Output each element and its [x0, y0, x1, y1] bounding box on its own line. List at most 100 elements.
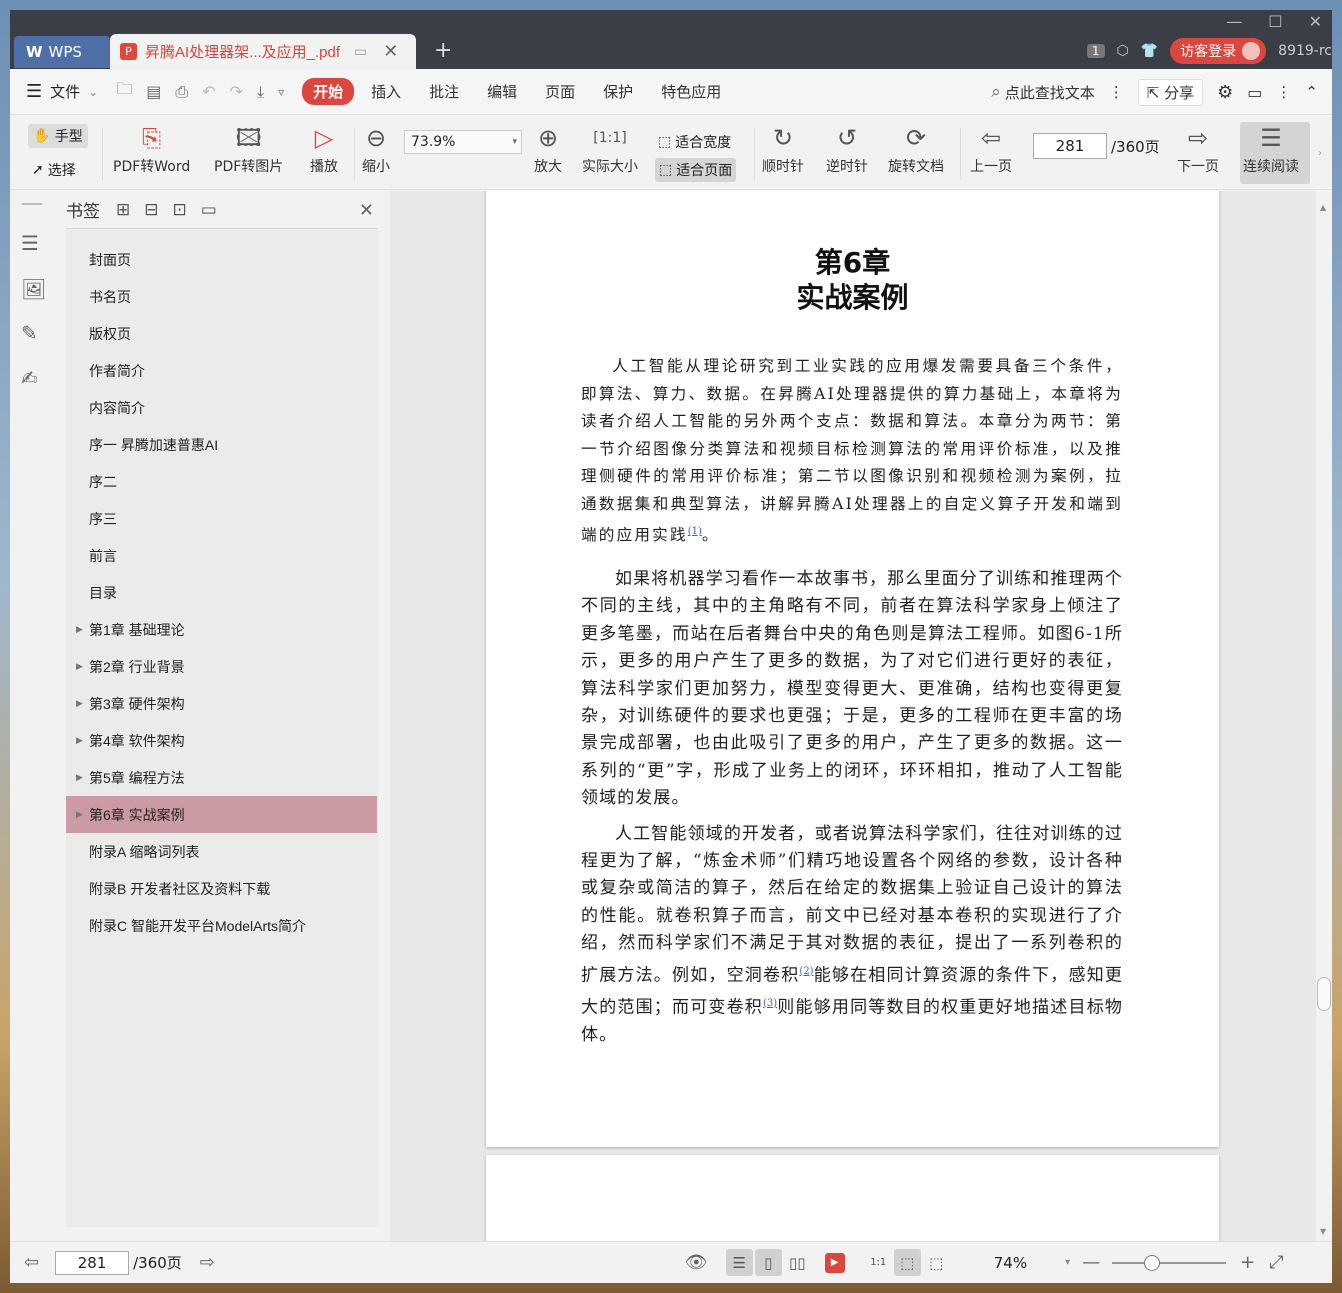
bookmark-item[interactable]: ▶ 第1章 基础理论 [66, 611, 378, 648]
bookmark-item[interactable]: 序三 [66, 500, 378, 537]
fit-width-icon[interactable]: ⬚ [923, 1249, 950, 1276]
zoom-out-button[interactable]: ⊖ 缩小 [362, 120, 390, 176]
document-view[interactable]: 第6章 实战案例 人工智能从理论研究到工业实践的应用爆发需要具备三个条件，即算法… [390, 191, 1316, 1241]
comment-icon[interactable]: ▭ [1247, 83, 1262, 102]
page-number-input[interactable]: 281 [1033, 133, 1107, 159]
close-window-icon[interactable]: ✕ [1309, 12, 1322, 31]
tab-features[interactable]: 特色应用 [650, 78, 732, 105]
rotate-document-button[interactable]: ⟳ 旋转文档 [888, 120, 944, 176]
login-button[interactable]: 访客登录 [1170, 38, 1267, 64]
tab-insert[interactable]: 插入 [360, 78, 412, 105]
hamburger-icon[interactable]: ☰ [26, 81, 42, 102]
save-icon[interactable]: ▤ [146, 82, 161, 101]
pdf-to-word-button[interactable]: ⎘ PDF转Word [113, 120, 190, 176]
bookmark-item[interactable]: ▶ 第2章 行业背景 [66, 648, 378, 685]
next-page-button[interactable]: ⇨ 下一页 [1177, 120, 1219, 176]
footnote-link[interactable]: (3) [763, 998, 777, 1009]
prev-page-icon[interactable]: ⇦ [24, 1252, 39, 1273]
bookmark-item[interactable]: 内容简介 [66, 389, 378, 426]
eye-protect-icon[interactable]: 👁 [685, 1252, 708, 1273]
zoom-out-icon[interactable]: — [1082, 1252, 1100, 1273]
more-vertical-icon[interactable]: ⋮ [1109, 83, 1124, 101]
bookmark-item[interactable]: ▶ 第4章 软件架构 [66, 722, 378, 759]
expand-arrow-icon[interactable]: ▶ [76, 661, 83, 672]
play-icon[interactable]: ▶ [824, 1252, 845, 1273]
expand-arrow-icon[interactable]: ▶ [76, 809, 83, 820]
single-page-icon[interactable]: ▯ [754, 1249, 782, 1276]
tab-edit[interactable]: 编辑 [476, 78, 528, 105]
pdf-to-image-button[interactable]: 🖾 PDF转图片 [214, 120, 283, 176]
actual-size-icon[interactable]: 1:1 [865, 1249, 892, 1276]
more-dropdown-icon[interactable]: ▿ [278, 85, 284, 99]
scroll-up-icon[interactable]: ▲ [1320, 203, 1326, 212]
undo-icon[interactable]: ↶ [202, 82, 215, 101]
print-icon[interactable]: ⎙ [175, 82, 188, 102]
redo-icon[interactable]: ↷ [230, 82, 243, 101]
bookmark-item[interactable]: 序一 昇腾加速普惠AI [66, 426, 378, 463]
bookmark-item[interactable]: 附录C 智能开发平台ModelArts简介 [66, 907, 378, 944]
more-menu-icon[interactable]: ⋮ [1276, 83, 1291, 101]
tab-page[interactable]: 页面 [534, 78, 586, 105]
dual-page-icon[interactable]: ▯▯ [784, 1249, 811, 1276]
select-tool-button[interactable]: ➚ 选择 [32, 160, 76, 180]
export-icon[interactable]: ⤓ [257, 82, 264, 102]
share-button[interactable]: ⇱ 分享 [1137, 78, 1204, 106]
rotate-counterclockwise-button[interactable]: ↺ 逆时针 [826, 120, 868, 176]
fit-page-icon[interactable]: ⬚ [893, 1249, 921, 1276]
bookmark-item[interactable]: ▶ 第5章 编程方法 [66, 759, 378, 796]
collapse-all-icon[interactable]: ⊟ [144, 200, 158, 220]
fullscreen-icon[interactable]: ⤢ [1269, 1252, 1283, 1273]
scroll-down-icon[interactable]: ▼ [1320, 1227, 1326, 1236]
minimize-icon[interactable]: — [1226, 12, 1242, 31]
ribbon-scroll-right-icon[interactable]: › [1318, 148, 1322, 159]
expand-arrow-icon[interactable]: ▶ [76, 735, 83, 746]
bookmark-options-icon[interactable]: ▭ [201, 200, 217, 220]
actual-size-button[interactable]: [1:1] 实际大小 [582, 120, 638, 176]
search-icon[interactable]: ⌕ [991, 82, 1001, 102]
continuous-mode-icon[interactable]: ☰ [725, 1249, 753, 1276]
vertical-scrollbar[interactable]: ▲ ▼ [1316, 191, 1332, 1241]
zoom-dropdown-icon[interactable]: ▾ [1065, 1257, 1070, 1268]
thumbnail-icon[interactable]: 🖼 [21, 277, 46, 301]
hand-tool-button[interactable]: ✋ 手型 [28, 124, 88, 148]
footnote-link[interactable]: (1) [688, 526, 702, 537]
zoom-in-button[interactable]: ⊕ 放大 [534, 120, 562, 176]
window-count-badge[interactable]: 1 [1086, 44, 1105, 58]
zoom-slider-knob[interactable] [1144, 1254, 1161, 1271]
close-tab-icon[interactable]: ✕ [383, 41, 398, 62]
previous-page-button[interactable]: ⇦ 上一页 [970, 120, 1012, 176]
bookmark-item[interactable]: 附录B 开发者社区及资料下载 [66, 870, 378, 907]
zoom-slider[interactable] [1112, 1254, 1227, 1271]
footnote-link[interactable]: (2) [799, 966, 813, 977]
cloud-icon[interactable]: ⬡ [1117, 43, 1129, 59]
bookmark-item[interactable]: 前言 [66, 537, 378, 574]
bookmark-item[interactable]: ▶ 第6章 实战案例 [66, 796, 377, 833]
chevron-down-icon[interactable]: ⌄ [88, 85, 98, 99]
signature-icon[interactable]: ✍ [21, 366, 38, 390]
open-folder-icon[interactable]: 🗀 [116, 78, 132, 105]
bookmark-item[interactable]: 作者简介 [66, 352, 378, 389]
panel-splitter[interactable] [378, 191, 390, 1241]
zoom-in-icon[interactable]: + [1240, 1252, 1255, 1273]
tab-annotate[interactable]: 批注 [418, 78, 470, 105]
find-text-button[interactable]: 点此查找文本 [1005, 82, 1095, 103]
tab-protect[interactable]: 保护 [592, 78, 644, 105]
zoom-level[interactable]: 74% [994, 1254, 1027, 1272]
maximize-icon[interactable]: ☐ [1268, 12, 1282, 31]
expand-arrow-icon[interactable]: ▶ [76, 698, 83, 709]
bookmark-item[interactable]: 目录 [66, 574, 378, 611]
new-tab-button[interactable]: + [434, 38, 452, 63]
rotate-clockwise-button[interactable]: ↻ 顺时针 [762, 120, 804, 176]
expand-arrow-icon[interactable]: ▶ [76, 772, 83, 783]
fit-page-button[interactable]: ⬚ 适合页面 [655, 158, 737, 182]
bookmark-item[interactable]: 版权页 [66, 315, 378, 352]
close-panel-icon[interactable]: ✕ [359, 200, 374, 221]
next-page-icon[interactable]: ⇨ [200, 1252, 215, 1273]
expand-all-icon[interactable]: ⊞ [116, 200, 130, 220]
bookmark-item[interactable]: 附录A 缩略词列表 [66, 833, 378, 870]
document-tab[interactable]: P 昇腾AI处理器架...及应用_.pdf ▭ ✕ [110, 34, 416, 69]
scrollbar-thumb[interactable] [1317, 977, 1331, 1011]
wps-home-tab[interactable]: W WPS [14, 36, 110, 68]
fit-width-button[interactable]: ⬚ 适合宽度 [658, 132, 731, 152]
bookmark-item[interactable]: ▶ 第3章 硬件架构 [66, 685, 378, 722]
